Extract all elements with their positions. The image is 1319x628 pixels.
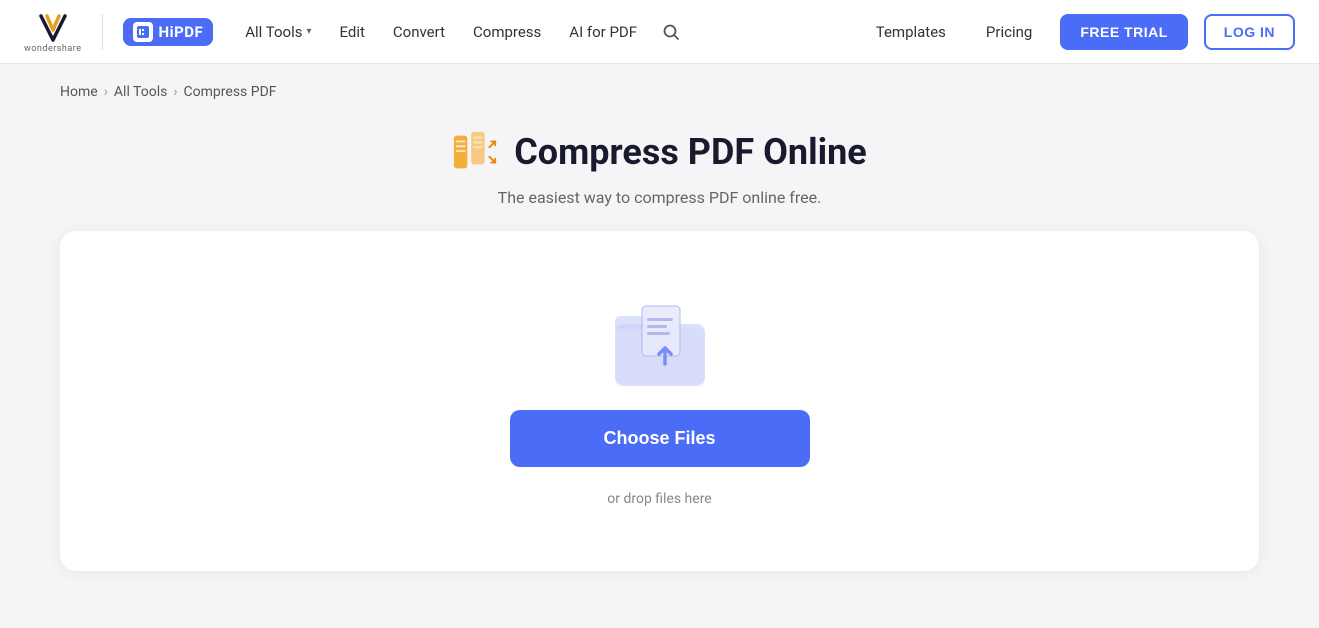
breadcrumb: Home › All Tools › Compress PDF bbox=[60, 84, 1259, 100]
search-icon bbox=[662, 23, 680, 41]
page-content: Home › All Tools › Compress PDF bbox=[0, 64, 1319, 591]
dropzone-card: Choose Files or drop files here bbox=[60, 231, 1259, 571]
nav-convert[interactable]: Convert bbox=[381, 15, 457, 49]
drop-hint-text: or drop files here bbox=[607, 491, 711, 507]
hipdf-icon bbox=[133, 22, 153, 42]
chevron-down-icon: ▾ bbox=[306, 26, 311, 37]
navbar: wondershare HiPDF All Tools ▾ Edit Conve… bbox=[0, 0, 1319, 64]
hero-title-container: Compress PDF Online bbox=[60, 128, 1259, 176]
breadcrumb-home[interactable]: Home bbox=[60, 84, 98, 100]
free-trial-button[interactable]: FREE TRIAL bbox=[1060, 14, 1187, 50]
page-title: Compress PDF Online bbox=[514, 131, 867, 173]
nav-pricing[interactable]: Pricing bbox=[974, 15, 1044, 49]
navbar-right: Templates Pricing FREE TRIAL LOG IN bbox=[864, 14, 1295, 50]
logo-area: wondershare HiPDF bbox=[24, 10, 213, 54]
search-button[interactable] bbox=[653, 14, 689, 50]
nav-all-tools[interactable]: All Tools ▾ bbox=[233, 15, 323, 49]
hero-subtitle: The easiest way to compress PDF online f… bbox=[60, 188, 1259, 207]
breadcrumb-sep-1: › bbox=[104, 84, 108, 100]
breadcrumb-current: Compress PDF bbox=[184, 84, 277, 100]
hero-section: Compress PDF Online The easiest way to c… bbox=[60, 128, 1259, 207]
breadcrumb-all-tools[interactable]: All Tools bbox=[114, 84, 167, 100]
folder-icon bbox=[610, 296, 710, 386]
nav-templates[interactable]: Templates bbox=[864, 15, 958, 49]
wondershare-label: wondershare bbox=[24, 44, 82, 54]
nav-links: All Tools ▾ Edit Convert Compress AI for… bbox=[233, 14, 689, 50]
compress-pdf-icon bbox=[452, 128, 500, 176]
nav-ai-for-pdf[interactable]: AI for PDF bbox=[557, 15, 649, 49]
hipdf-label: HiPDF bbox=[159, 23, 204, 41]
breadcrumb-sep-2: › bbox=[173, 84, 177, 100]
wondershare-logo[interactable]: wondershare bbox=[24, 10, 82, 54]
nav-compress[interactable]: Compress bbox=[461, 15, 553, 49]
hipdf-logo[interactable]: HiPDF bbox=[123, 18, 214, 46]
nav-divider bbox=[102, 14, 103, 50]
choose-files-button[interactable]: Choose Files bbox=[510, 410, 810, 467]
nav-edit[interactable]: Edit bbox=[328, 15, 377, 49]
login-button[interactable]: LOG IN bbox=[1204, 14, 1295, 50]
